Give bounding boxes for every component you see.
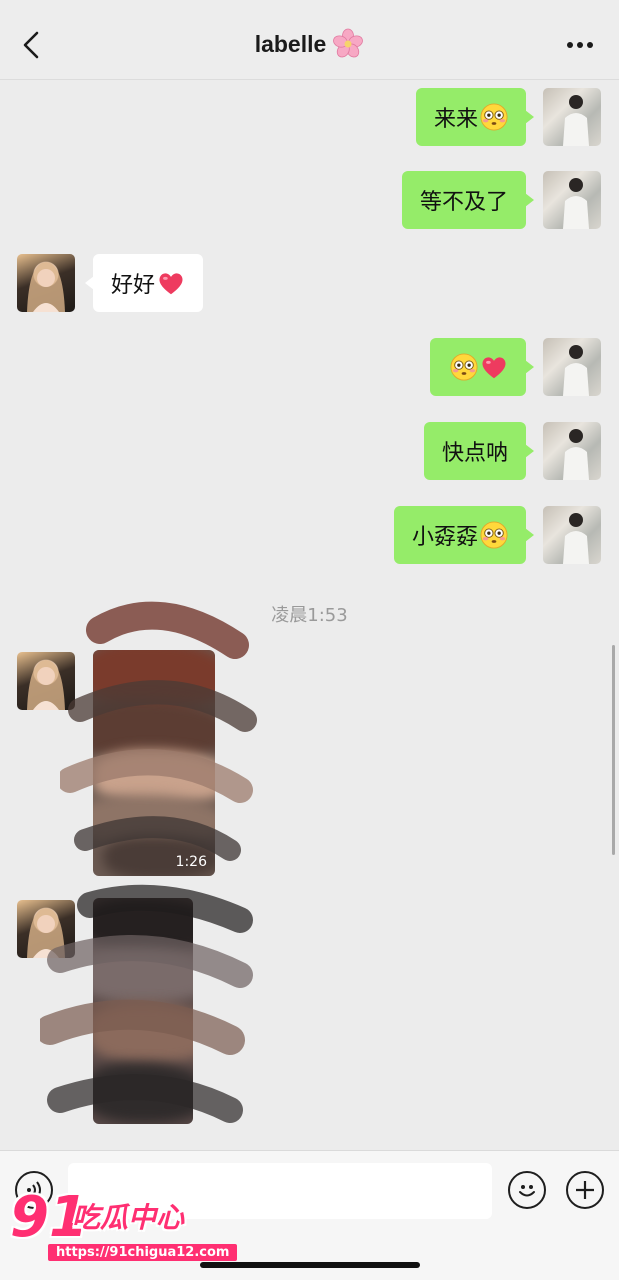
chat-header: labelle: [0, 0, 619, 80]
message-bubble-outgoing[interactable]: 等不及了: [401, 171, 535, 229]
heart-icon: [157, 269, 185, 297]
avatar-self[interactable]: [543, 171, 601, 229]
avatar-self[interactable]: [543, 422, 601, 480]
avatar-self[interactable]: [543, 338, 601, 396]
cherry-blossom-icon: [333, 28, 364, 58]
message-bubble-incoming[interactable]: 好好: [84, 254, 204, 312]
chat-title: labelle: [254, 30, 327, 57]
flushed-face-icon: [480, 103, 508, 131]
more-dots-icon: [567, 42, 593, 48]
home-indicator: [200, 1262, 420, 1268]
emoji-button[interactable]: [508, 1171, 546, 1209]
scribble-overlay: [40, 884, 253, 1123]
watermark: 91 吃瓜中心 https://91chigua12.com: [8, 1190, 238, 1270]
person-icon: [563, 95, 589, 146]
smiley-icon: [519, 1185, 535, 1197]
scrollbar[interactable]: [612, 645, 615, 855]
heart-icon: [480, 353, 508, 381]
plus-icon: [576, 1181, 594, 1199]
message-bubble-outgoing[interactable]: 快点呐: [423, 422, 535, 480]
avatar-self[interactable]: [543, 506, 601, 564]
person-icon: [563, 429, 589, 480]
avatar-self[interactable]: [543, 88, 601, 146]
message-bubble-outgoing[interactable]: 小孬孬: [393, 506, 535, 564]
person-icon: [27, 262, 65, 312]
watermark-url: https://91chigua12.com: [48, 1244, 238, 1261]
flushed-face-icon: [450, 353, 478, 381]
person-icon: [563, 513, 589, 564]
person-icon: [563, 345, 589, 396]
message-text: 等不及了: [419, 190, 508, 215]
chat-title-wrap: labelle: [0, 28, 619, 60]
message-bubble-outgoing[interactable]: 来来: [415, 88, 535, 146]
avatar-peer[interactable]: [17, 254, 75, 312]
more-button[interactable]: [563, 32, 597, 58]
more-functions-button[interactable]: [566, 1171, 604, 1209]
flushed-face-icon: [480, 521, 508, 549]
watermark-brand: 吃瓜中心: [72, 1201, 185, 1234]
message-text: 来来: [433, 107, 478, 132]
person-icon: [563, 178, 589, 229]
message-text: 快点呐: [441, 441, 508, 466]
scribble-overlay: [60, 601, 257, 861]
message-bubble-outgoing[interactable]: [430, 338, 534, 396]
message-text: 小孬孬: [411, 525, 478, 550]
message-text: 好好: [111, 273, 156, 298]
